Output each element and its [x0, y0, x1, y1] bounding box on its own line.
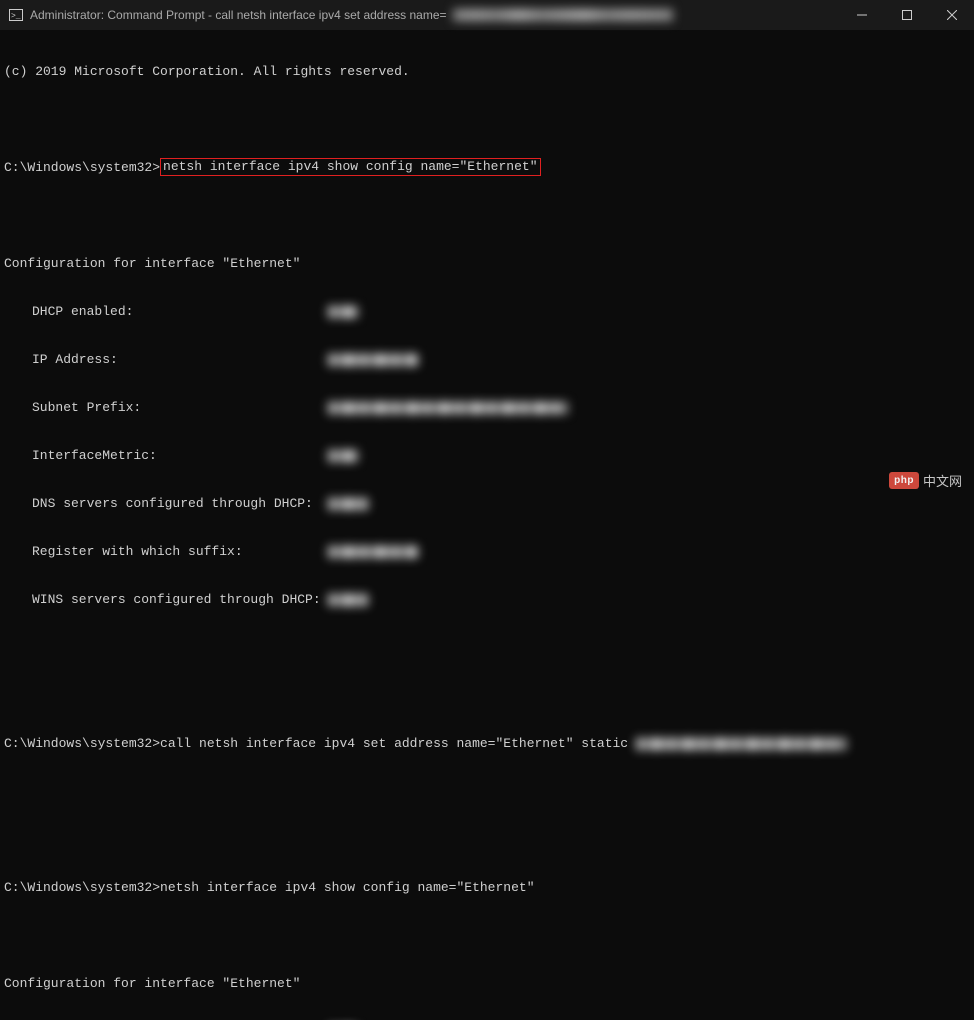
command-setaddress: call netsh interface ipv4 set address na… [160, 736, 636, 752]
prompt: C:\Windows\system32> [4, 880, 160, 896]
censored-value [328, 354, 418, 366]
cfg-subnet-1: Subnet Prefix: [4, 400, 970, 416]
cfg-wins-1: WINS servers configured through DHCP: [4, 592, 970, 608]
prompt-line-3: C:\Windows\system32>netsh interface ipv4… [4, 880, 970, 896]
cfg-suffix-1: Register with which suffix: [4, 544, 970, 560]
censored-value [636, 738, 846, 750]
watermark-text: 中文网 [923, 471, 962, 490]
config-header-1: Configuration for interface "Ethernet" [4, 256, 970, 272]
censored-value [328, 306, 358, 318]
watermark: php 中文网 [889, 471, 962, 490]
maximize-button[interactable] [884, 0, 929, 30]
watermark-badge: php [889, 472, 919, 489]
prompt-line-2: C:\Windows\system32>call netsh interface… [4, 736, 970, 752]
config-header-2: Configuration for interface "Ethernet" [4, 976, 970, 992]
cfg-ip-1: IP Address: [4, 352, 970, 368]
censored-value [328, 498, 368, 510]
command-showconfig-2: netsh interface ipv4 show config name="E… [160, 880, 534, 896]
prompt-line-1: C:\Windows\system32>netsh interface ipv4… [4, 160, 970, 176]
minimize-button[interactable] [839, 0, 884, 30]
window-controls [839, 0, 974, 30]
copyright-line: (c) 2019 Microsoft Corporation. All righ… [4, 64, 970, 80]
prompt: C:\Windows\system32> [4, 736, 160, 752]
window-title: Administrator: Command Prompt - call net… [30, 8, 447, 22]
censored-title-args [453, 9, 673, 21]
cfg-dhcp-1: DHCP enabled: [4, 304, 970, 320]
command-showconfig-1: netsh interface ipv4 show config name="E… [160, 158, 540, 176]
cmd-icon: >_ [8, 8, 24, 22]
censored-value [328, 450, 358, 462]
svg-text:>_: >_ [11, 12, 21, 21]
censored-value [328, 594, 368, 606]
titlebar: >_ Administrator: Command Prompt - call … [0, 0, 974, 30]
prompt: C:\Windows\system32> [4, 160, 160, 176]
terminal-output[interactable]: (c) 2019 Microsoft Corporation. All righ… [0, 30, 974, 1020]
censored-value [328, 546, 418, 558]
cfg-metric-1: InterfaceMetric: [4, 448, 970, 464]
censored-value [328, 402, 568, 414]
close-button[interactable] [929, 0, 974, 30]
